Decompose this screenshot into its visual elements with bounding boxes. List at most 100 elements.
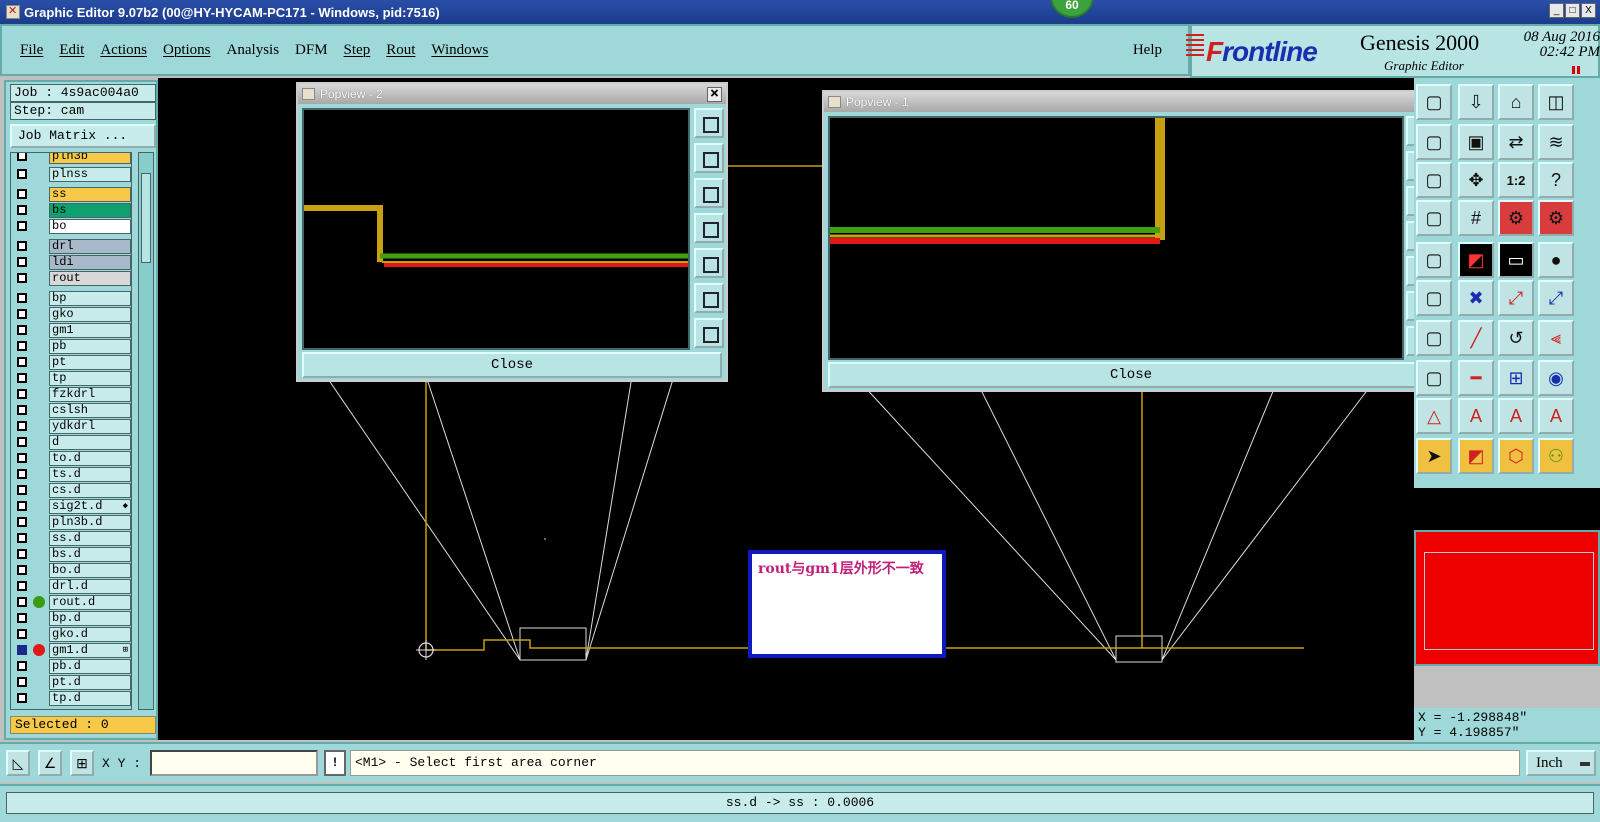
layer-row[interactable]: ydkdrl bbox=[11, 419, 131, 434]
tool-pad-icon[interactable]: ● bbox=[1538, 242, 1574, 278]
layer-checkbox[interactable] bbox=[17, 341, 27, 351]
layer-checkbox[interactable] bbox=[17, 565, 27, 575]
layer-row[interactable]: tp.d bbox=[11, 691, 131, 706]
grid-mode-icon[interactable]: ⊞ bbox=[70, 750, 94, 776]
popview-zoom-fit-icon[interactable] bbox=[694, 108, 724, 138]
tool-dash-icon[interactable]: ━ bbox=[1458, 360, 1494, 396]
layer-name[interactable]: tp bbox=[49, 371, 131, 386]
layer-checkbox[interactable] bbox=[17, 645, 27, 655]
layer-checkbox[interactable] bbox=[17, 677, 27, 687]
layer-name[interactable]: bo bbox=[49, 219, 131, 234]
layer-checkbox[interactable] bbox=[17, 357, 27, 367]
layer-checkbox[interactable] bbox=[17, 153, 27, 161]
angle-mode-icon[interactable]: ∠ bbox=[38, 750, 62, 776]
ratio-icon[interactable]: 1:2 bbox=[1498, 162, 1534, 198]
tool-partial-icon[interactable]: ▢ bbox=[1416, 200, 1452, 236]
layer-row[interactable]: pln3b.d bbox=[11, 515, 131, 530]
tool-partial-icon[interactable]: ▢ bbox=[1416, 162, 1452, 198]
layer-row[interactable]: plnss bbox=[11, 167, 131, 182]
layer-row[interactable]: ss.d bbox=[11, 531, 131, 546]
popview-1-titlebar[interactable]: Popview - 1 ✕ bbox=[824, 92, 1438, 112]
layer-name[interactable]: gko.d bbox=[49, 627, 131, 642]
layer-row[interactable]: cs.d bbox=[11, 483, 131, 498]
measure-icon[interactable]: ▭ bbox=[1498, 242, 1534, 278]
layer-name[interactable]: ldi bbox=[49, 255, 131, 270]
layer-checkbox[interactable] bbox=[17, 257, 27, 267]
popview-pan-right-icon[interactable] bbox=[694, 248, 724, 278]
tool-partial-icon[interactable]: ▢ bbox=[1416, 84, 1452, 120]
layer-scrollbar[interactable] bbox=[138, 152, 154, 710]
layer-row[interactable]: gm1.d ⊞ bbox=[11, 643, 131, 658]
layer-row[interactable]: bp bbox=[11, 291, 131, 306]
layer-checkbox[interactable] bbox=[17, 517, 27, 527]
layer-name[interactable]: bp bbox=[49, 291, 131, 306]
layer-name[interactable]: pt bbox=[49, 355, 131, 370]
layer-checkbox[interactable] bbox=[17, 293, 27, 303]
layer-row[interactable]: bp.d bbox=[11, 611, 131, 626]
minimize-button[interactable]: _ bbox=[1549, 3, 1564, 18]
menu-help[interactable]: Help bbox=[1133, 42, 1162, 59]
layer-name[interactable]: gm1.d ⊞ bbox=[49, 643, 131, 658]
layer-checkbox[interactable] bbox=[17, 325, 27, 335]
home-icon[interactable]: ⌂ bbox=[1498, 84, 1534, 120]
menu-dfm[interactable]: DFM bbox=[295, 42, 328, 59]
tool-delete-icon[interactable]: ✖ bbox=[1458, 280, 1494, 316]
layer-name[interactable]: ss bbox=[49, 187, 131, 202]
alert-icon[interactable]: ! bbox=[324, 750, 346, 776]
layer-checkbox[interactable] bbox=[17, 549, 27, 559]
layer-name[interactable]: ss.d bbox=[49, 531, 131, 546]
layer-row[interactable]: d bbox=[11, 435, 131, 450]
tool-partial-icon[interactable]: ▢ bbox=[1416, 360, 1452, 396]
tool-text-icon[interactable]: ⫷ bbox=[1538, 320, 1574, 356]
layer-name[interactable]: drl.d bbox=[49, 579, 131, 594]
help-icon[interactable]: ? bbox=[1538, 162, 1574, 198]
menu-actions[interactable]: Actions bbox=[100, 42, 147, 59]
layer-row[interactable]: drl.d bbox=[11, 579, 131, 594]
layer-checkbox[interactable] bbox=[17, 693, 27, 703]
layer-name[interactable]: sig2t.d ◆ bbox=[49, 499, 131, 514]
pan-icon[interactable]: ✥ bbox=[1458, 162, 1494, 198]
tool-partial-icon[interactable]: ▢ bbox=[1416, 124, 1452, 160]
layer-name[interactable]: gko bbox=[49, 307, 131, 322]
tool-redraw-icon[interactable]: ≋ bbox=[1538, 124, 1574, 160]
menu-rout[interactable]: Rout bbox=[386, 42, 415, 59]
layer-row[interactable]: pb.d bbox=[11, 659, 131, 674]
layer-row[interactable]: ss bbox=[11, 187, 131, 202]
tool-net-icon[interactable]: ⚙ bbox=[1498, 200, 1534, 236]
layer-name[interactable]: rout.d bbox=[49, 595, 131, 610]
select-icon[interactable]: ➤ bbox=[1416, 438, 1452, 474]
layer-name[interactable]: cslsh bbox=[49, 403, 131, 418]
layer-name[interactable]: drl bbox=[49, 239, 131, 254]
tool-import-icon[interactable]: ⇩ bbox=[1458, 84, 1494, 120]
layer-row[interactable]: sig2t.d ◆ bbox=[11, 499, 131, 514]
tool-select-polygon-icon[interactable]: ⬡ bbox=[1498, 438, 1534, 474]
layer-checkbox[interactable] bbox=[17, 273, 27, 283]
tool-contour-icon[interactable]: ◩ bbox=[1458, 242, 1494, 278]
xy-input[interactable] bbox=[150, 750, 318, 776]
tool-text-edit-icon[interactable]: A bbox=[1498, 398, 1534, 434]
tool-select-box-icon[interactable]: ◩ bbox=[1458, 438, 1494, 474]
layer-row[interactable]: tp bbox=[11, 371, 131, 386]
maximize-button[interactable]: □ bbox=[1565, 3, 1580, 18]
layer-name[interactable]: bs bbox=[49, 203, 131, 218]
layer-row[interactable]: ldi bbox=[11, 255, 131, 270]
tool-zoom-box-icon[interactable]: ▣ bbox=[1458, 124, 1494, 160]
layer-row[interactable]: pln3b bbox=[11, 153, 131, 164]
tool-partial-icon[interactable]: ▢ bbox=[1416, 320, 1452, 356]
layer-checkbox[interactable] bbox=[17, 169, 27, 179]
layer-name[interactable]: to.d bbox=[49, 451, 131, 466]
layer-row[interactable]: pt.d bbox=[11, 675, 131, 690]
menu-options[interactable]: Options bbox=[163, 42, 211, 59]
layer-row[interactable]: to.d bbox=[11, 451, 131, 466]
layer-checkbox[interactable] bbox=[17, 421, 27, 431]
snap-mode-icon[interactable]: ◺ bbox=[6, 750, 30, 776]
layer-row[interactable]: rout.d bbox=[11, 595, 131, 610]
layer-row[interactable]: gko bbox=[11, 307, 131, 322]
layer-name[interactable]: bs.d bbox=[49, 547, 131, 562]
grid-icon[interactable]: # bbox=[1458, 200, 1494, 236]
layer-name[interactable]: pb bbox=[49, 339, 131, 354]
layer-name[interactable]: cs.d bbox=[49, 483, 131, 498]
layer-checkbox[interactable] bbox=[17, 581, 27, 591]
layer-checkbox[interactable] bbox=[17, 373, 27, 383]
layer-checkbox[interactable] bbox=[17, 221, 27, 231]
